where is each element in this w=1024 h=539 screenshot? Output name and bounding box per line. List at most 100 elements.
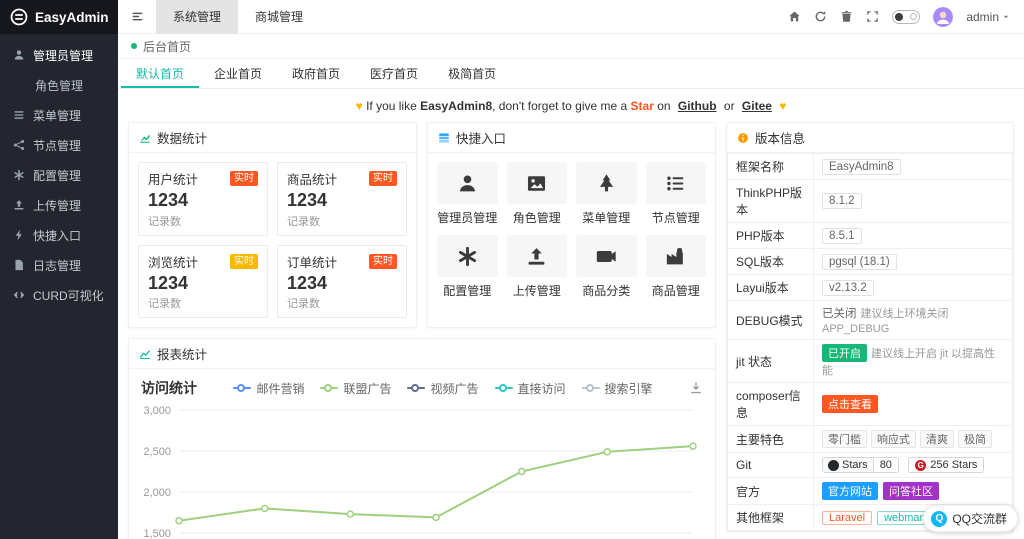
row-label: DEBUG模式: [727, 300, 814, 340]
quick-entry-icon: [438, 132, 450, 144]
dark-mode-dot: [895, 12, 904, 21]
heart-icon: ♥: [779, 99, 787, 113]
topbar: 系统管理 商城管理 admin: [118, 0, 1024, 34]
legend-label: 搜索引擎: [604, 381, 653, 396]
qq-icon: Q: [931, 510, 948, 527]
sidebar-item-upload-manage[interactable]: 上传管理: [0, 190, 118, 220]
tab-label: 默认首页: [136, 67, 185, 81]
tab-enterprise-home[interactable]: 企业首页: [199, 59, 277, 88]
sidebar-item-label: 管理员管理: [33, 48, 94, 63]
stat-card-users[interactable]: 用户统计 实时 1234 记录数: [138, 162, 268, 236]
gitee-link[interactable]: Gitee: [742, 99, 772, 113]
topbar-tab-mall[interactable]: 商城管理: [238, 0, 320, 34]
realtime-badge: 实时: [369, 253, 397, 269]
quick-item-upload[interactable]: 上传管理: [506, 235, 567, 299]
version-row-thinkphp: ThinkPHP版本 8.1.2: [727, 179, 1013, 223]
refresh-icon[interactable]: [814, 10, 827, 23]
sidebar-item-config-manage[interactable]: 配置管理: [0, 160, 118, 190]
sidebar-item-role-manage[interactable]: 角色管理: [0, 70, 118, 100]
version-row-debug: DEBUG模式 已关闭 建议线上环境关闭 APP_DEBUG: [727, 300, 1013, 340]
row-value: 8.5.1: [822, 227, 862, 244]
sidebar-item-node-manage[interactable]: 节点管理: [0, 130, 118, 160]
tab-government-home[interactable]: 政府首页: [277, 59, 355, 88]
sidebar-item-log-manage[interactable]: 日志管理: [0, 250, 118, 280]
report-panel-header: 报表统计: [129, 339, 715, 370]
quick-item-admin[interactable]: 管理员管理: [437, 162, 498, 226]
quick-item-node[interactable]: 节点管理: [645, 162, 706, 226]
home-icon[interactable]: [788, 10, 801, 23]
active-tab-dot-icon: [131, 43, 137, 49]
row-label: PHP版本: [727, 222, 814, 249]
fullscreen-icon[interactable]: [866, 10, 879, 23]
quick-item-menu[interactable]: 菜单管理: [576, 162, 637, 226]
row-label: Git: [727, 452, 814, 478]
logo[interactable]: EasyAdmin: [0, 0, 118, 34]
legend-marker-icon: [581, 384, 600, 393]
stat-card-views[interactable]: 浏览统计 实时 1234 记录数: [138, 244, 268, 319]
legend-item-email[interactable]: 邮件营销: [233, 380, 304, 397]
tab-medical-home[interactable]: 医疗首页: [355, 59, 433, 88]
legend-marker-icon: [233, 384, 252, 393]
sidebar-item-curd-visual[interactable]: CURD可视化: [0, 280, 118, 310]
official-site-button[interactable]: 官方网站: [822, 482, 878, 500]
realtime-badge: 实时: [230, 253, 258, 269]
collapse-menu-icon[interactable]: [118, 0, 156, 34]
sidebar-item-quick-entry[interactable]: 快捷入口: [0, 220, 118, 250]
stat-card-goods[interactable]: 商品统计 实时 1234 记录数: [277, 162, 407, 236]
category-movie-icon: [596, 250, 616, 262]
laravel-chip[interactable]: Laravel: [822, 511, 873, 525]
theme-toggle[interactable]: [892, 9, 921, 24]
topbar-tab-system[interactable]: 系统管理: [156, 0, 239, 34]
row-value: EasyAdmin8: [822, 158, 901, 175]
row-value: v2.13.2: [822, 279, 874, 296]
page-tabs: 默认首页 企业首页 政府首页 医疗首页 极简首页: [118, 59, 1024, 89]
legend-item-direct[interactable]: 直接访问: [494, 380, 566, 397]
stat-card-orders[interactable]: 订单统计 实时 1234 记录数: [277, 244, 407, 319]
version-row-features: 主要特色 零门槛 响应式 清爽 极简: [727, 425, 1013, 453]
topbar-tab-label: 系统管理: [173, 10, 222, 24]
avatar[interactable]: [933, 6, 954, 27]
tab-default-home[interactable]: 默认首页: [121, 59, 199, 88]
role-image-icon: [528, 175, 546, 191]
tab-label: 政府首页: [292, 67, 341, 81]
realtime-badge: 实时: [369, 171, 397, 186]
qa-community-button[interactable]: 问答社区: [883, 482, 939, 500]
quick-item-role[interactable]: 角色管理: [506, 162, 567, 226]
quick-item-category[interactable]: 商品分类: [576, 235, 637, 299]
sidebar-item-label: 角色管理: [35, 78, 84, 93]
github-icon: [828, 459, 839, 471]
clear-cache-icon[interactable]: [840, 10, 853, 23]
composer-view-button[interactable]: 点击查看: [822, 395, 878, 413]
tab-minimal-home[interactable]: 极简首页: [433, 59, 511, 88]
realtime-badge: 实时: [230, 171, 258, 186]
quick-label: 商品分类: [582, 284, 631, 298]
svg-text:2,500: 2,500: [143, 446, 171, 458]
sidebar-item-admin-manage[interactable]: 管理员管理: [0, 40, 118, 70]
stat-value: 1234: [287, 272, 328, 293]
github-link[interactable]: Github: [678, 99, 717, 113]
quick-item-goods[interactable]: 商品管理: [645, 235, 706, 299]
panel-title: 报表统计: [157, 348, 208, 363]
version-row-framework: 框架名称 EasyAdmin8: [727, 153, 1013, 180]
easyadmin-logo-icon: [10, 8, 28, 26]
code-icon: [13, 289, 25, 301]
right-column: 版本信息 框架名称 EasyAdmin8 ThinkPHP版本 8.1.2 PH…: [726, 122, 1014, 539]
github-stars-badge[interactable]: Stars 80: [822, 457, 899, 473]
gitee-icon: G: [915, 459, 927, 471]
download-icon[interactable]: [689, 381, 703, 395]
legend-item-video[interactable]: 视频广告: [407, 380, 479, 397]
legend-item-search[interactable]: 搜索引擎: [581, 380, 653, 397]
sidebar-item-label: CURD可视化: [33, 288, 104, 303]
quick-item-config[interactable]: 配置管理: [437, 235, 498, 299]
user-menu[interactable]: admin: [966, 10, 1010, 24]
light-mode-dot: [910, 13, 918, 20]
sidebar-item-menu-manage[interactable]: 菜单管理: [0, 100, 118, 130]
gitee-stars-badge[interactable]: G 256 Stars: [908, 457, 985, 473]
feature-chip: 极简: [958, 430, 992, 448]
legend-item-alliance[interactable]: 联盟广告: [320, 380, 391, 397]
tab-label: 医疗首页: [370, 67, 419, 81]
stat-title: 浏览统计: [148, 255, 199, 270]
visit-chart[interactable]: 3,0002,5002,0001,5001,000: [129, 400, 715, 539]
opened-tab-home[interactable]: 后台首页: [143, 38, 191, 55]
qq-group-button[interactable]: Q QQ交流群: [923, 505, 1018, 532]
